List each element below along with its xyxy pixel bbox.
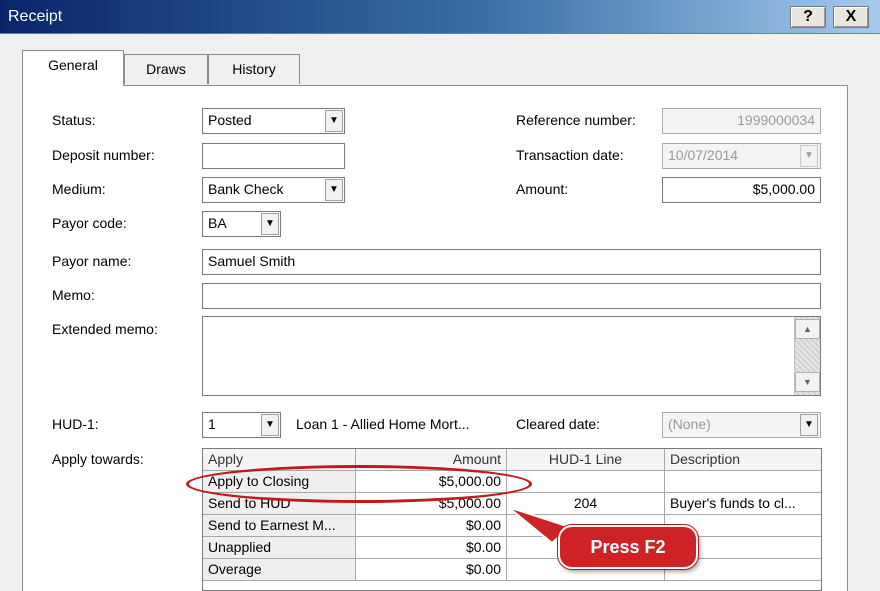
table-row-apply[interactable]: Send to Earnest M... (203, 515, 356, 537)
apply-towards-label: Apply towards: (52, 451, 144, 467)
table-row-description[interactable] (665, 471, 821, 493)
cleared-date-select[interactable]: (None) (662, 412, 821, 438)
chevron-down-icon[interactable]: ▼ (261, 213, 279, 235)
press-f2-callout: Press F2 (558, 525, 698, 569)
payor-name-label: Payor name: (52, 253, 132, 269)
tab-history[interactable]: History (208, 54, 300, 84)
chevron-down-icon[interactable]: ▼ (261, 414, 279, 436)
help-button[interactable]: ? (790, 6, 826, 28)
extended-memo-textarea[interactable] (202, 316, 821, 396)
highlight-ellipse (186, 465, 532, 503)
transaction-date-value: 10/07/2014 (668, 147, 739, 163)
table-row-amount[interactable]: $0.00 (356, 537, 507, 559)
table-row-description[interactable]: Buyer's funds to cl... (665, 493, 821, 515)
medium-label: Medium: (52, 181, 106, 197)
status-label: Status: (52, 112, 96, 128)
medium-select[interactable]: Bank Check (202, 177, 345, 203)
chevron-down-icon: ▼ (800, 145, 818, 167)
tab-general[interactable]: General (22, 50, 124, 86)
reference-number-field: 1999000034 (662, 108, 821, 134)
chevron-down-icon[interactable]: ▼ (800, 414, 818, 436)
amount-field[interactable]: $5,000.00 (662, 177, 821, 203)
payor-code-label: Payor code: (52, 215, 127, 231)
transaction-date-field: 10/07/2014 (662, 143, 821, 169)
arrow-down-icon[interactable]: ▼ (795, 372, 820, 392)
title-bar: Receipt ? X (0, 0, 880, 34)
table-row-apply[interactable]: Overage (203, 559, 356, 581)
table-row-apply[interactable]: Unapplied (203, 537, 356, 559)
medium-value: Bank Check (208, 181, 284, 197)
table-row-amount[interactable]: $0.00 (356, 559, 507, 581)
cleared-date-label: Cleared date: (516, 416, 601, 432)
close-button[interactable]: X (833, 6, 869, 28)
transaction-date-label: Transaction date: (516, 147, 624, 163)
column-header-description[interactable]: Description (665, 449, 821, 471)
arrow-up-icon[interactable]: ▲ (795, 319, 820, 339)
payor-code-value: BA (208, 215, 227, 231)
status-value: Posted (208, 112, 252, 128)
tab-draws[interactable]: Draws (124, 54, 208, 84)
cleared-date-value: (None) (668, 416, 711, 432)
memo-label: Memo: (52, 287, 95, 303)
deposit-number-field[interactable] (202, 143, 345, 169)
window-title: Receipt (8, 8, 63, 25)
extended-memo-label: Extended memo: (52, 321, 158, 337)
column-header-hud-line[interactable]: HUD-1 Line (507, 449, 665, 471)
table-row-amount[interactable]: $0.00 (356, 515, 507, 537)
deposit-number-label: Deposit number: (52, 147, 155, 163)
status-select[interactable]: Posted (202, 108, 345, 134)
hud1-loan-text: Loan 1 - Allied Home Mort... (296, 416, 470, 432)
chevron-down-icon[interactable]: ▼ (325, 179, 343, 201)
payor-name-field[interactable]: Samuel Smith (202, 249, 821, 275)
amount-label: Amount: (516, 181, 569, 197)
reference-number-label: Reference number: (516, 112, 636, 128)
hud1-value: 1 (208, 416, 216, 432)
chevron-down-icon[interactable]: ▼ (325, 110, 343, 132)
memo-field[interactable] (202, 283, 821, 309)
hud1-label: HUD-1: (52, 416, 99, 432)
extended-memo-scrollbar[interactable]: ▲ ▼ (794, 317, 820, 395)
